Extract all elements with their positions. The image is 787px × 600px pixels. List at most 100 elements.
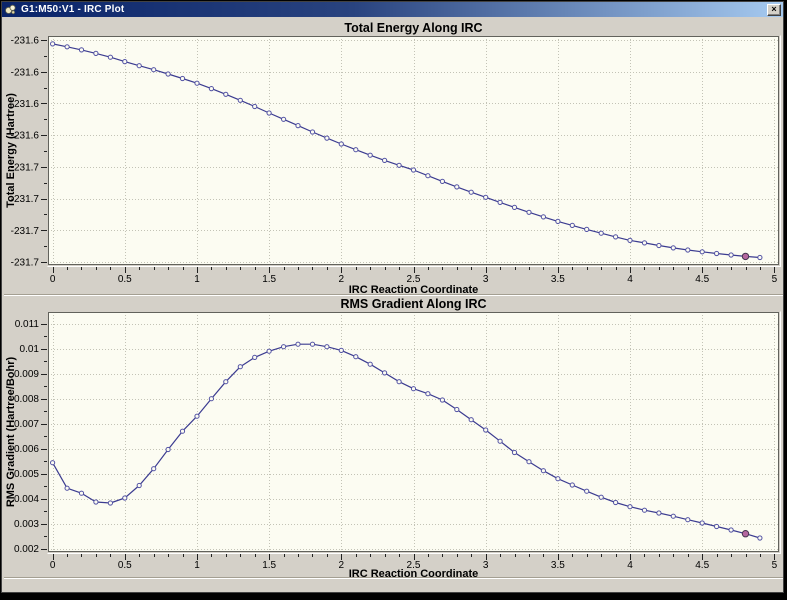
data-point[interactable]: [540, 468, 547, 474]
data-point[interactable]: [50, 41, 56, 47]
data-point[interactable]: [627, 237, 633, 243]
data-point[interactable]: [223, 91, 229, 97]
data-point[interactable]: [208, 396, 214, 402]
data-point[interactable]: [728, 527, 734, 533]
data-point[interactable]: [410, 167, 417, 173]
data-point[interactable]: [670, 245, 676, 251]
selected-data-point[interactable]: [741, 530, 750, 538]
data-point[interactable]: [136, 482, 142, 489]
data-point[interactable]: [598, 494, 604, 500]
data-point[interactable]: [641, 507, 648, 513]
titlebar[interactable]: G1:M50:V1 - IRC Plot ×: [2, 2, 783, 17]
data-point[interactable]: [454, 406, 460, 413]
data-point[interactable]: [194, 80, 200, 86]
data-point[interactable]: [136, 63, 142, 69]
data-point[interactable]: [295, 341, 301, 347]
data-point[interactable]: [107, 500, 114, 506]
data-point[interactable]: [281, 116, 287, 122]
data-point[interactable]: [237, 364, 243, 370]
data-point[interactable]: [237, 97, 243, 103]
data-point[interactable]: [714, 250, 720, 257]
data-point[interactable]: [266, 348, 272, 354]
data-point[interactable]: [151, 67, 157, 73]
data-point[interactable]: [670, 513, 676, 519]
data-point[interactable]: [93, 499, 99, 505]
data-point[interactable]: [252, 354, 258, 361]
data-point[interactable]: [613, 234, 619, 240]
data-point[interactable]: [483, 194, 489, 200]
data-point[interactable]: [309, 129, 316, 135]
data-point[interactable]: [281, 344, 287, 350]
data-point[interactable]: [584, 226, 590, 232]
data-point[interactable]: [685, 517, 691, 523]
data-point[interactable]: [497, 438, 503, 444]
data-point[interactable]: [598, 230, 604, 236]
data-point[interactable]: [64, 44, 70, 50]
data-point[interactable]: [569, 222, 575, 228]
plot-area[interactable]: [48, 312, 779, 552]
data-point[interactable]: [396, 162, 402, 168]
data-point[interactable]: [122, 495, 128, 501]
data-point[interactable]: [555, 218, 561, 224]
data-point[interactable]: [179, 428, 186, 434]
data-point[interactable]: [439, 397, 445, 403]
data-point[interactable]: [468, 417, 474, 423]
data-point[interactable]: [252, 103, 258, 110]
data-point[interactable]: [122, 59, 128, 65]
data-point[interactable]: [757, 535, 763, 541]
close-button[interactable]: ×: [767, 3, 781, 16]
data-point[interactable]: [151, 466, 157, 472]
data-point[interactable]: [78, 47, 85, 53]
data-point[interactable]: [223, 379, 229, 385]
data-point[interactable]: [685, 247, 691, 253]
data-point[interactable]: [165, 446, 171, 453]
data-point[interactable]: [107, 54, 114, 60]
data-point[interactable]: [425, 391, 431, 397]
data-point[interactable]: [338, 141, 344, 147]
data-point[interactable]: [584, 488, 590, 494]
data-point[interactable]: [93, 50, 99, 57]
data-point[interactable]: [511, 204, 518, 210]
data-point[interactable]: [266, 110, 272, 116]
data-point[interactable]: [208, 86, 214, 92]
data-point[interactable]: [382, 157, 388, 163]
data-point[interactable]: [483, 427, 489, 433]
data-point[interactable]: [569, 482, 575, 488]
data-point[interactable]: [555, 476, 561, 482]
data-point[interactable]: [699, 249, 705, 255]
data-point[interactable]: [165, 71, 171, 77]
data-point[interactable]: [410, 386, 417, 392]
data-point[interactable]: [699, 520, 705, 526]
data-point[interactable]: [613, 499, 619, 506]
data-point[interactable]: [309, 341, 316, 347]
data-point[interactable]: [757, 254, 763, 261]
data-point[interactable]: [714, 523, 720, 530]
data-point[interactable]: [367, 152, 373, 158]
data-point[interactable]: [526, 209, 532, 215]
data-point[interactable]: [338, 347, 344, 354]
data-point[interactable]: [324, 344, 330, 350]
data-point[interactable]: [439, 178, 445, 184]
selected-data-point[interactable]: [741, 252, 750, 261]
data-point[interactable]: [526, 459, 532, 465]
data-point[interactable]: [353, 354, 359, 360]
data-point[interactable]: [367, 361, 373, 367]
data-point[interactable]: [50, 460, 56, 466]
data-point[interactable]: [728, 252, 734, 258]
data-point[interactable]: [194, 413, 200, 419]
data-point[interactable]: [353, 147, 359, 153]
data-point[interactable]: [396, 379, 402, 385]
data-point[interactable]: [540, 214, 547, 220]
data-point[interactable]: [641, 240, 648, 246]
data-point[interactable]: [511, 449, 518, 456]
data-point[interactable]: [179, 75, 186, 82]
data-point[interactable]: [78, 490, 85, 496]
data-point[interactable]: [497, 199, 503, 205]
data-point[interactable]: [64, 485, 70, 491]
data-point[interactable]: [425, 173, 431, 179]
data-point[interactable]: [656, 242, 662, 249]
data-point[interactable]: [656, 510, 662, 516]
data-point[interactable]: [627, 504, 633, 510]
data-point[interactable]: [454, 184, 460, 190]
data-point[interactable]: [324, 135, 330, 141]
